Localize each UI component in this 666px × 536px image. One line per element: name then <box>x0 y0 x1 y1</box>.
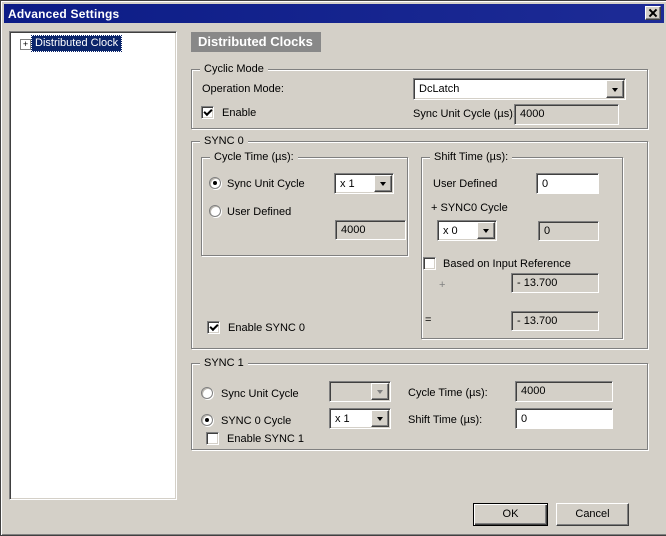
dropdown-arrow-icon[interactable] <box>374 175 392 192</box>
sync0-sync-unit-cycle-label[interactable]: Sync Unit Cycle <box>227 178 305 191</box>
enable-sync1-checkbox[interactable] <box>206 432 219 445</box>
shift-user-defined-label: User Defined <box>433 178 498 190</box>
sync1-sync0-cycle-radio[interactable] <box>201 414 213 426</box>
title-bar[interactable]: Advanced Settings <box>4 4 664 23</box>
sync0-cycle-time-legend: Cycle Time (µs): <box>210 151 298 163</box>
sync1-shift-time-label: Shift Time (µs): <box>408 414 483 426</box>
shift-multiplier-select[interactable]: x 0 <box>437 220 497 241</box>
page-title: Distributed Clocks <box>191 32 321 52</box>
based-on-input-reference-checkbox[interactable] <box>423 257 436 270</box>
shift-equals-value-field: - 13.700 <box>511 311 599 331</box>
sync-unit-cycle-value-field: 4000 <box>514 104 619 125</box>
enable-sync1-label[interactable]: Enable SYNC 1 <box>227 433 304 446</box>
dropdown-arrow-icon[interactable] <box>371 410 389 427</box>
dropdown-arrow-icon[interactable] <box>606 80 624 98</box>
shift-sync0-cycle-label: + SYNC0 Cycle <box>431 202 508 214</box>
sync0-cycle-time-value-field: 4000 <box>335 220 406 240</box>
sync0-cycle-multiplier-select[interactable]: x 1 <box>334 173 394 194</box>
sync0-user-defined-label[interactable]: User Defined <box>227 206 291 219</box>
cancel-button[interactable]: Cancel <box>556 503 629 526</box>
cyclic-mode-legend: Cyclic Mode <box>200 63 268 75</box>
enable-label[interactable]: Enable <box>222 107 256 120</box>
sync1-unit-multiplier-select <box>329 381 391 402</box>
tree-expand-plus-icon[interactable]: + <box>20 39 31 50</box>
dropdown-arrow-icon[interactable] <box>477 222 495 239</box>
sync0-cycle-multiplier-value: x 1 <box>340 177 355 190</box>
shift-plus-value-field: - 13.700 <box>511 273 599 293</box>
operation-mode-value: DcLatch <box>419 83 460 95</box>
sync1-sync0-multiplier-select[interactable]: x 1 <box>329 408 391 429</box>
sync1-cycle-time-label: Cycle Time (µs): <box>408 387 488 399</box>
enable-checkbox[interactable] <box>201 106 214 119</box>
enable-sync0-checkbox[interactable] <box>207 321 220 334</box>
shift-user-defined-input[interactable] <box>536 173 599 194</box>
sync0-shift-time-legend: Shift Time (µs): <box>430 151 513 163</box>
enable-sync0-label[interactable]: Enable SYNC 0 <box>228 322 305 335</box>
operation-mode-label: Operation Mode: <box>202 83 284 95</box>
sync1-legend: SYNC 1 <box>200 357 248 369</box>
advanced-settings-dialog: Advanced Settings + Distributed Clock Di… <box>0 0 666 536</box>
ok-button[interactable]: OK <box>473 503 548 526</box>
operation-mode-select[interactable]: DcLatch <box>413 78 626 100</box>
sync0-sync-unit-cycle-radio[interactable] <box>209 177 221 189</box>
sync0-user-defined-radio[interactable] <box>209 205 221 217</box>
sync1-shift-time-input[interactable] <box>515 408 613 429</box>
sync1-sync-unit-cycle-radio[interactable] <box>201 387 213 399</box>
shift-multiplier-value: x 0 <box>443 224 458 237</box>
shift-equals-label: = <box>425 314 432 326</box>
sync1-sync0-multiplier-value: x 1 <box>335 412 350 425</box>
based-on-input-reference-label[interactable]: Based on Input Reference <box>443 258 571 271</box>
close-icon <box>649 9 657 17</box>
shift-cycle-value-field: 0 <box>538 221 599 241</box>
sync1-sync-unit-cycle-label[interactable]: Sync Unit Cycle <box>221 388 299 401</box>
dropdown-arrow-icon <box>371 383 389 400</box>
sync1-sync0-cycle-label[interactable]: SYNC 0 Cycle <box>221 415 291 428</box>
shift-plus-label: + <box>439 279 446 291</box>
tree-panel[interactable]: + Distributed Clock <box>9 31 177 500</box>
sync0-legend: SYNC 0 <box>200 135 248 147</box>
close-button[interactable] <box>645 6 661 20</box>
sync1-cycle-time-value-field: 4000 <box>515 381 613 402</box>
window-title: Advanced Settings <box>8 6 120 21</box>
sync-unit-cycle-label: Sync Unit Cycle (µs): <box>413 108 516 120</box>
tree-item-distributed-clock[interactable]: Distributed Clock <box>30 35 123 52</box>
